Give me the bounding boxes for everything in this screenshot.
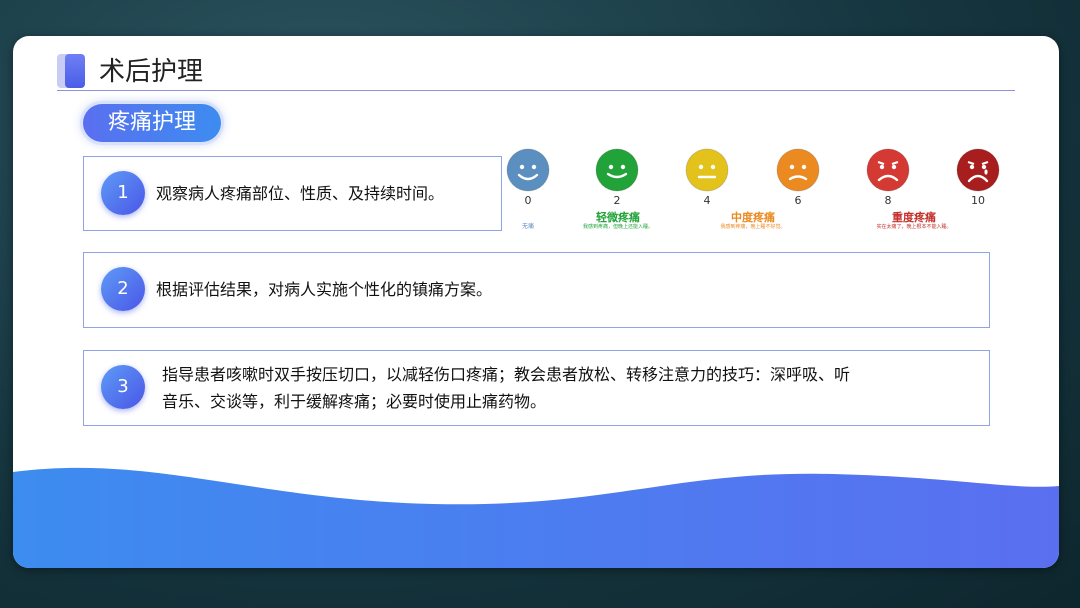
scale-number-10: 10 xyxy=(971,194,985,207)
desc-mild-pain: 我感到疼痛，但晚上还能入睡。 xyxy=(582,224,653,230)
scale-number-6: 6 xyxy=(794,194,802,207)
scale-number-4: 4 xyxy=(703,194,711,207)
item-box-1: 1 观察病人疼痛部位、性质、及持续时间。 xyxy=(83,156,502,231)
face-4-icon xyxy=(685,148,729,192)
item-box-3: 3 指导患者咳嗽时双手按压切口，以减轻伤口疼痛；教会患者放松、转移注意力的技巧：… xyxy=(83,350,990,426)
slide-title: 术后护理 xyxy=(99,57,204,87)
scale-number-8: 8 xyxy=(884,194,892,207)
desc-severe-pain: 实在太痛了，晚上根本不能入睡。 xyxy=(876,224,952,230)
section-pill: 疼痛护理 xyxy=(83,104,221,142)
scale-number-0: 0 xyxy=(524,194,532,207)
item-text-2: 根据评估结果，对病人实施个性化的镇痛方案。 xyxy=(156,280,493,299)
face-2-icon xyxy=(595,148,639,192)
slide: 术后护理 疼痛护理 1 观察病人疼痛部位、性质、及持续时间。 2 根据评估结果，… xyxy=(13,36,1059,568)
title-marker xyxy=(57,54,87,88)
face-8-icon xyxy=(866,148,910,192)
face-0-icon xyxy=(506,148,550,192)
item-box-2: 2 根据评估结果，对病人实施个性化的镇痛方案。 xyxy=(83,252,990,328)
pain-scale: 0 2 4 6 8 10 无痛 轻微疼痛 我感到疼痛，但晚上还能入睡。 中度疼痛… xyxy=(503,146,1013,236)
item-number-1: 1 xyxy=(101,171,145,215)
item-number-2: 2 xyxy=(101,267,145,311)
bottom-wave xyxy=(13,467,1059,568)
item-text-3: 指导患者咳嗽时双手按压切口，以减轻伤口疼痛；教会患者放松、转移注意力的技巧：深呼… xyxy=(162,365,851,411)
scale-number-2: 2 xyxy=(613,194,621,207)
item-text-1: 观察病人疼痛部位、性质、及持续时间。 xyxy=(156,184,445,203)
desc-moderate-pain: 我感到疼痛，晚上睡不好觉。 xyxy=(720,224,786,230)
face-10-icon xyxy=(956,148,1000,192)
item-number-3: 3 xyxy=(101,365,145,409)
face-6-icon xyxy=(776,148,820,192)
title-divider xyxy=(57,90,1015,91)
